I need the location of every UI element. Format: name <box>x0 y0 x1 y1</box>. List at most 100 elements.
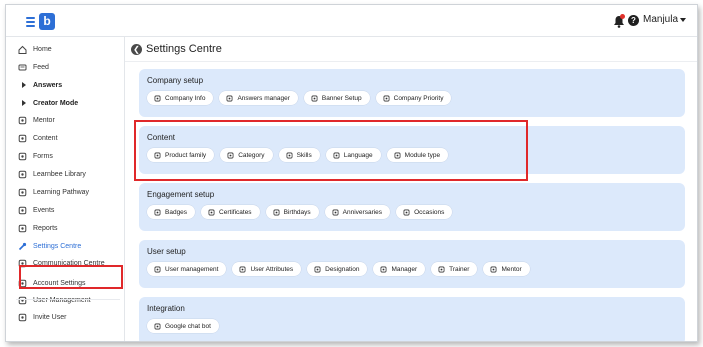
chip-user-attributes[interactable]: User Attributes <box>232 262 302 276</box>
invite-user-icon <box>18 313 27 322</box>
chip-skills[interactable]: Skills <box>278 148 320 162</box>
company-info-icon <box>154 95 161 102</box>
chip-badges[interactable]: Badges <box>147 205 196 219</box>
help-icon[interactable]: ? <box>628 15 639 26</box>
library-icon <box>18 170 27 179</box>
sidebar-item-label: Feed <box>33 63 49 71</box>
designation-icon <box>314 266 321 273</box>
menu-icon[interactable] <box>26 17 35 29</box>
sidebar-item-user-management[interactable]: User Management <box>18 292 91 308</box>
chip-product-family[interactable]: Product family <box>147 148 215 162</box>
chip-designation[interactable]: Designation <box>307 262 368 276</box>
chip-label: Mentor <box>501 265 522 273</box>
chip-company-info[interactable]: Company Info <box>147 91 214 105</box>
content-icon <box>18 134 27 143</box>
sidebar-item-learnbee-library[interactable]: Learnbee Library <box>18 166 86 182</box>
section-engagement-setup: Engagement setup Badges Certificates Birthd… <box>139 183 685 231</box>
sidebar-item-content[interactable]: Content <box>18 130 58 146</box>
chip-company-priority[interactable]: Company Priority <box>375 91 452 105</box>
chip-label: Skills <box>296 151 312 159</box>
sidebar-item-feed[interactable]: Feed <box>18 59 49 75</box>
banner-icon <box>311 95 318 102</box>
chip-label: Category <box>238 151 265 159</box>
reports-icon <box>18 224 27 233</box>
chip-language[interactable]: Language <box>325 148 381 162</box>
birthday-icon <box>273 209 280 216</box>
chip-mentor[interactable]: Mentor <box>483 262 530 276</box>
chip-list: Google chat bot <box>147 319 225 333</box>
chip-user-management[interactable]: User management <box>147 262 227 276</box>
section-title: Engagement setup <box>147 190 215 199</box>
chip-certificates[interactable]: Certificates <box>201 205 260 219</box>
communication-icon <box>18 259 27 268</box>
chip-module-type[interactable]: Module type <box>386 148 449 162</box>
chip-label: Product family <box>165 151 207 159</box>
chip-birthdays[interactable]: Birthdays <box>265 205 319 219</box>
sidebar-divider <box>16 299 120 300</box>
sidebar-item-answers[interactable]: Answers <box>18 77 62 93</box>
certificate-icon <box>208 209 215 216</box>
chip-banner-setup[interactable]: Banner Setup <box>303 91 370 105</box>
expand-triangle-icon <box>22 100 26 106</box>
product-family-icon <box>154 152 161 159</box>
manager-icon <box>380 266 387 273</box>
sidebar-item-home[interactable]: Home <box>18 41 52 57</box>
chip-trainer[interactable]: Trainer <box>431 262 478 276</box>
sidebar-item-label: Learnbee Library <box>33 170 86 178</box>
chip-category[interactable]: Category <box>220 148 273 162</box>
sidebar-item-learning-pathway[interactable]: Learning Pathway <box>18 184 89 200</box>
chip-label: Banner Setup <box>321 94 362 102</box>
pathway-icon <box>18 188 27 197</box>
sidebar-item-creator-mode[interactable]: Creator Mode <box>18 95 78 111</box>
language-icon <box>333 152 340 159</box>
sidebar-item-events[interactable]: Events <box>18 202 54 218</box>
sidebar-item-account-settings[interactable]: Account Settings <box>18 275 86 291</box>
sidebar-item-label: Content <box>33 134 58 142</box>
section-content: Content Product family Category Skills Langu… <box>139 126 685 174</box>
user-menu-caret-icon[interactable] <box>680 18 686 22</box>
section-integration: Integration Google chat bot <box>139 297 685 341</box>
anniversary-icon <box>332 209 339 216</box>
chip-list: Product family Category Skills Language Modu… <box>147 148 454 162</box>
mentor-icon <box>490 266 497 273</box>
chip-answers-manager[interactable]: Answers manager <box>219 91 298 105</box>
chip-occasions[interactable]: Occasions <box>396 205 453 219</box>
back-arrow-icon[interactable]: ❮ <box>131 43 142 55</box>
sidebar: Home Feed Answers Creator Mode Mentor Content… <box>6 37 125 341</box>
app-logo[interactable]: b <box>39 13 55 30</box>
chip-label: Certificates <box>219 208 252 216</box>
sidebar-item-mentor[interactable]: Mentor <box>18 112 55 128</box>
user-management-icon <box>154 266 161 273</box>
section-company-setup: Company setup Company Info Answers manager… <box>139 69 685 117</box>
sidebar-item-reports[interactable]: Reports <box>18 220 58 236</box>
chip-label: Anniversaries <box>342 208 383 216</box>
sidebar-item-label: Learning Pathway <box>33 188 90 196</box>
chip-label: Birthdays <box>283 208 311 216</box>
user-management-icon <box>18 296 27 305</box>
badge-icon <box>154 209 161 216</box>
mentor-icon <box>18 116 27 125</box>
chip-list: User management User Attributes Designatio… <box>147 262 536 276</box>
chip-label: Answers manager <box>237 94 290 102</box>
section-title: Company setup <box>147 76 204 85</box>
sidebar-item-label: Home <box>33 45 52 53</box>
sidebar-item-settings-centre[interactable]: Settings Centre <box>18 238 81 254</box>
chip-anniversaries[interactable]: Anniversaries <box>324 205 391 219</box>
feed-icon <box>18 63 27 72</box>
chip-google-chat-bot[interactable]: Google chat bot <box>147 319 219 333</box>
sidebar-item-label: Mentor <box>33 116 55 124</box>
user-name[interactable]: Manjula <box>643 14 678 25</box>
sidebar-item-invite-user[interactable]: Invite User <box>18 309 66 325</box>
settings-icon <box>18 242 27 251</box>
chip-manager[interactable]: Manager <box>373 262 426 276</box>
sidebar-item-label: Invite User <box>33 313 67 321</box>
chip-label: Language <box>343 151 373 159</box>
chip-label: Occasions <box>414 208 445 216</box>
sidebar-item-communication-centre[interactable]: Communication Centre <box>18 255 105 271</box>
sidebar-item-forms[interactable]: Forms <box>18 148 53 164</box>
chip-label: Designation <box>325 265 360 273</box>
chip-label: Badges <box>165 208 188 216</box>
app-window: b ? Manjula Home Feed Answers Creator Mode M… <box>5 4 698 342</box>
account-settings-icon <box>18 279 27 288</box>
section-title: User setup <box>147 247 186 256</box>
